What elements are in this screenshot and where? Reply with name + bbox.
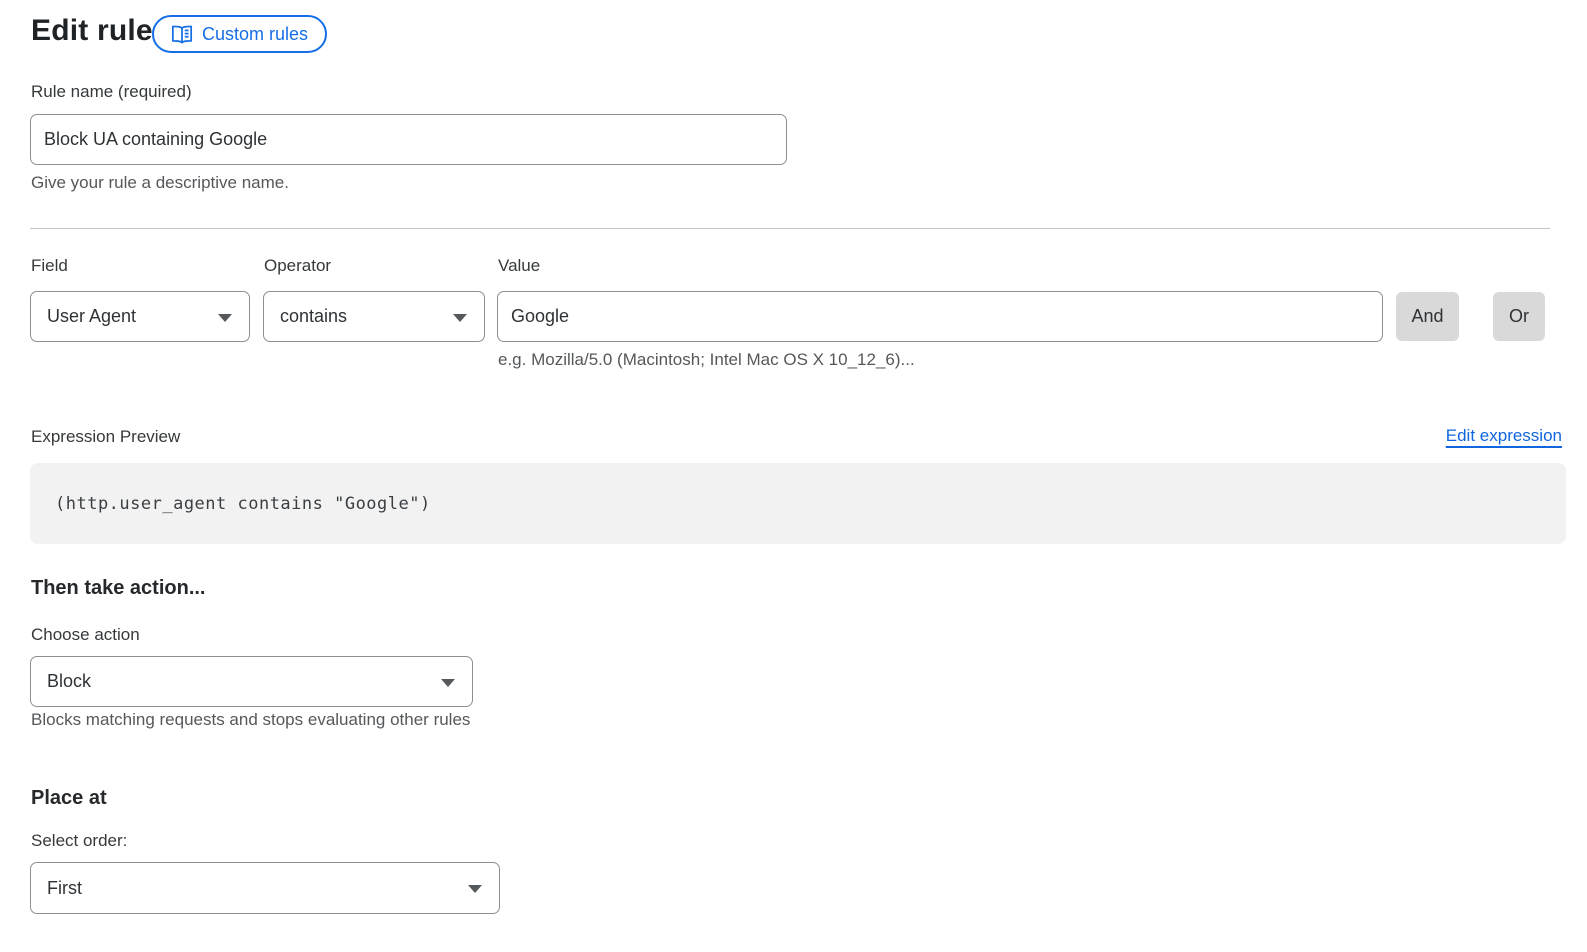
- order-select-value: First: [47, 878, 82, 899]
- chevron-down-icon: [453, 314, 467, 322]
- rule-name-input[interactable]: [30, 114, 787, 165]
- field-label: Field: [31, 256, 68, 276]
- field-select-value: User Agent: [47, 306, 136, 327]
- rule-name-label: Rule name (required): [31, 82, 192, 102]
- edit-expression-link[interactable]: Edit expression: [1446, 426, 1562, 446]
- operator-label: Operator: [264, 256, 331, 276]
- expression-code: (http.user_agent contains "Google"): [55, 463, 431, 544]
- expression-preview-label: Expression Preview: [31, 427, 180, 447]
- action-select[interactable]: Block: [30, 656, 473, 707]
- operator-select[interactable]: contains: [263, 291, 485, 342]
- order-select[interactable]: First: [30, 862, 500, 914]
- chevron-down-icon: [468, 885, 482, 893]
- custom-rules-label: Custom rules: [202, 24, 308, 45]
- and-button[interactable]: And: [1396, 292, 1459, 341]
- operator-select-value: contains: [280, 306, 347, 327]
- place-at-heading: Place at: [31, 787, 107, 810]
- page-title: Edit rule: [31, 14, 153, 48]
- chevron-down-icon: [441, 679, 455, 687]
- value-input[interactable]: [497, 291, 1383, 342]
- book-icon: [171, 25, 193, 44]
- rule-name-help: Give your rule a descriptive name.: [31, 173, 289, 193]
- field-select[interactable]: User Agent: [30, 291, 250, 342]
- action-select-value: Block: [47, 671, 91, 692]
- action-heading: Then take action...: [31, 577, 205, 600]
- edit-rule-page: Edit rule Custom rules Rule name (requir…: [0, 0, 1587, 952]
- or-button[interactable]: Or: [1493, 292, 1545, 341]
- select-order-label: Select order:: [31, 831, 127, 851]
- action-help: Blocks matching requests and stops evalu…: [31, 710, 470, 730]
- custom-rules-badge[interactable]: Custom rules: [152, 15, 327, 53]
- value-label: Value: [498, 256, 540, 276]
- choose-action-label: Choose action: [31, 625, 140, 645]
- chevron-down-icon: [218, 314, 232, 322]
- value-hint: e.g. Mozilla/5.0 (Macintosh; Intel Mac O…: [498, 350, 915, 370]
- section-divider: [30, 228, 1550, 229]
